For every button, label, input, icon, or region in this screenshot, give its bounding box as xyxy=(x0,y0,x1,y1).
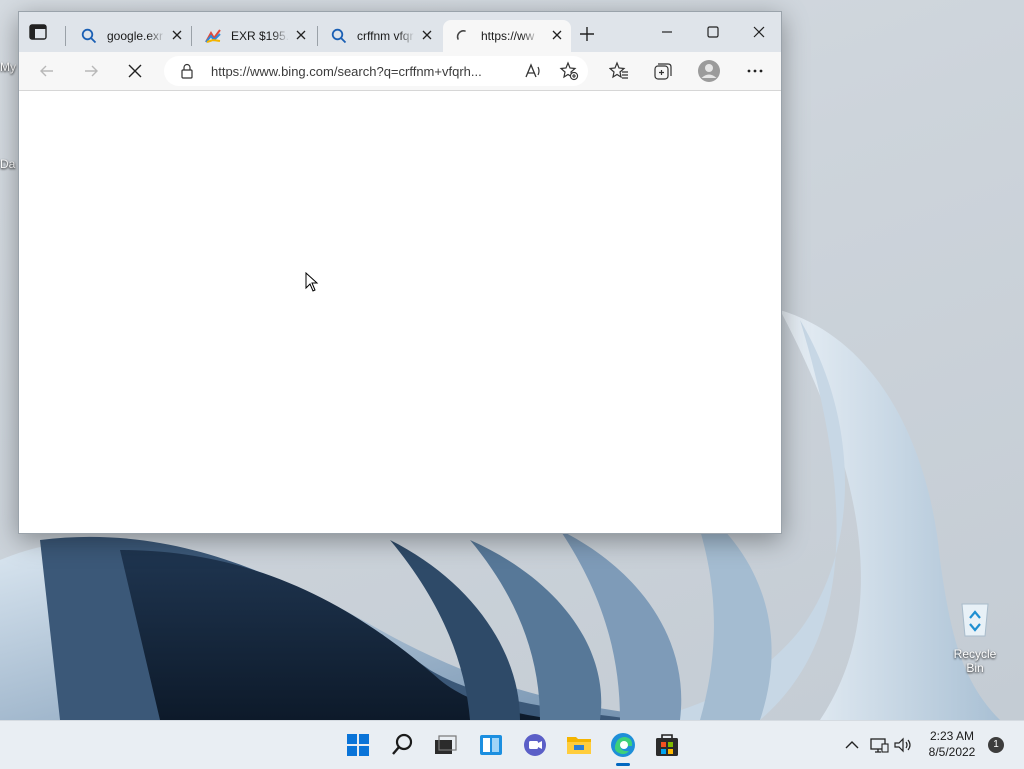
chat-icon[interactable] xyxy=(521,731,549,759)
tab-label: https://ww xyxy=(481,29,535,43)
navigation-toolbar: https://www.bing.com/search?q=crffnm+vfq… xyxy=(19,52,781,91)
tab-separator xyxy=(191,26,192,46)
favorites-icon[interactable] xyxy=(609,61,629,81)
tab-crffnm[interactable]: crffnm vfqr xyxy=(319,20,441,52)
tab-exr[interactable]: EXR $195.2 xyxy=(193,20,315,52)
title-bar[interactable]: google.exr EXR $195.2 crffnm vfqr xyxy=(19,12,781,52)
tab-active-bing[interactable]: https://ww xyxy=(443,20,571,52)
add-favorite-icon[interactable] xyxy=(559,61,579,81)
stop-icon[interactable] xyxy=(125,61,145,81)
search-icon[interactable] xyxy=(389,731,417,759)
tab-label: EXR $195.2 xyxy=(231,29,289,43)
tab-separator xyxy=(65,26,66,46)
recycle-bin[interactable]: Recycle Bin xyxy=(944,598,1006,675)
tab-actions-icon[interactable] xyxy=(29,24,47,40)
widgets-icon[interactable] xyxy=(477,731,505,759)
clock-time: 2:23 AM xyxy=(929,729,975,743)
tab-label: crffnm vfqr xyxy=(357,29,414,43)
tab-google[interactable]: google.exr xyxy=(69,20,191,52)
search-icon xyxy=(81,28,97,44)
forward-icon[interactable] xyxy=(81,61,101,81)
new-tab-icon[interactable] xyxy=(578,25,596,43)
desktop-icon-label[interactable]: My xyxy=(0,60,16,74)
profile-icon[interactable] xyxy=(697,59,721,83)
taskbar: 2:23 AM 8/5/2022 1 xyxy=(0,720,1024,769)
browser-window[interactable]: google.exr EXR $195.2 crffnm vfqr xyxy=(18,11,782,534)
desktop-icon-label[interactable]: Da xyxy=(0,157,15,171)
network-icon[interactable] xyxy=(869,735,889,755)
system-clock[interactable]: 2:23 AM 8/5/2022 xyxy=(918,728,986,760)
chevron-up-icon[interactable] xyxy=(842,735,862,755)
active-app-indicator xyxy=(616,763,630,766)
tab-separator xyxy=(317,26,318,46)
chart-favicon xyxy=(205,29,221,43)
maximize-icon[interactable] xyxy=(705,24,721,40)
page-content-area[interactable] xyxy=(19,91,781,533)
tab-label: google.exr xyxy=(107,29,164,43)
close-window-icon[interactable] xyxy=(751,24,767,40)
loading-spinner-icon xyxy=(456,30,466,40)
close-tab-icon[interactable] xyxy=(171,29,183,41)
close-tab-icon[interactable] xyxy=(551,29,563,41)
edge-icon[interactable] xyxy=(609,731,637,759)
search-icon xyxy=(331,28,347,44)
address-url[interactable]: https://www.bing.com/search?q=crffnm+vfq… xyxy=(211,64,482,79)
read-aloud-icon[interactable] xyxy=(523,61,543,81)
lock-icon[interactable] xyxy=(180,63,194,79)
volume-icon[interactable] xyxy=(893,735,913,755)
close-tab-icon[interactable] xyxy=(421,29,433,41)
collections-icon[interactable] xyxy=(653,61,673,81)
clock-date: 8/5/2022 xyxy=(928,745,976,759)
notification-badge[interactable]: 1 xyxy=(988,737,1004,753)
store-icon[interactable] xyxy=(653,731,681,759)
mouse-cursor-icon xyxy=(305,272,319,292)
start-icon[interactable] xyxy=(344,731,372,759)
recycle-bin-icon xyxy=(961,603,989,637)
close-tab-icon[interactable] xyxy=(295,29,307,41)
more-icon[interactable] xyxy=(745,61,765,81)
back-icon[interactable] xyxy=(37,61,57,81)
task-view-icon[interactable] xyxy=(431,731,459,759)
file-explorer-icon[interactable] xyxy=(565,731,593,759)
minimize-icon[interactable] xyxy=(659,24,675,40)
recycle-bin-label: Recycle Bin xyxy=(953,647,997,675)
